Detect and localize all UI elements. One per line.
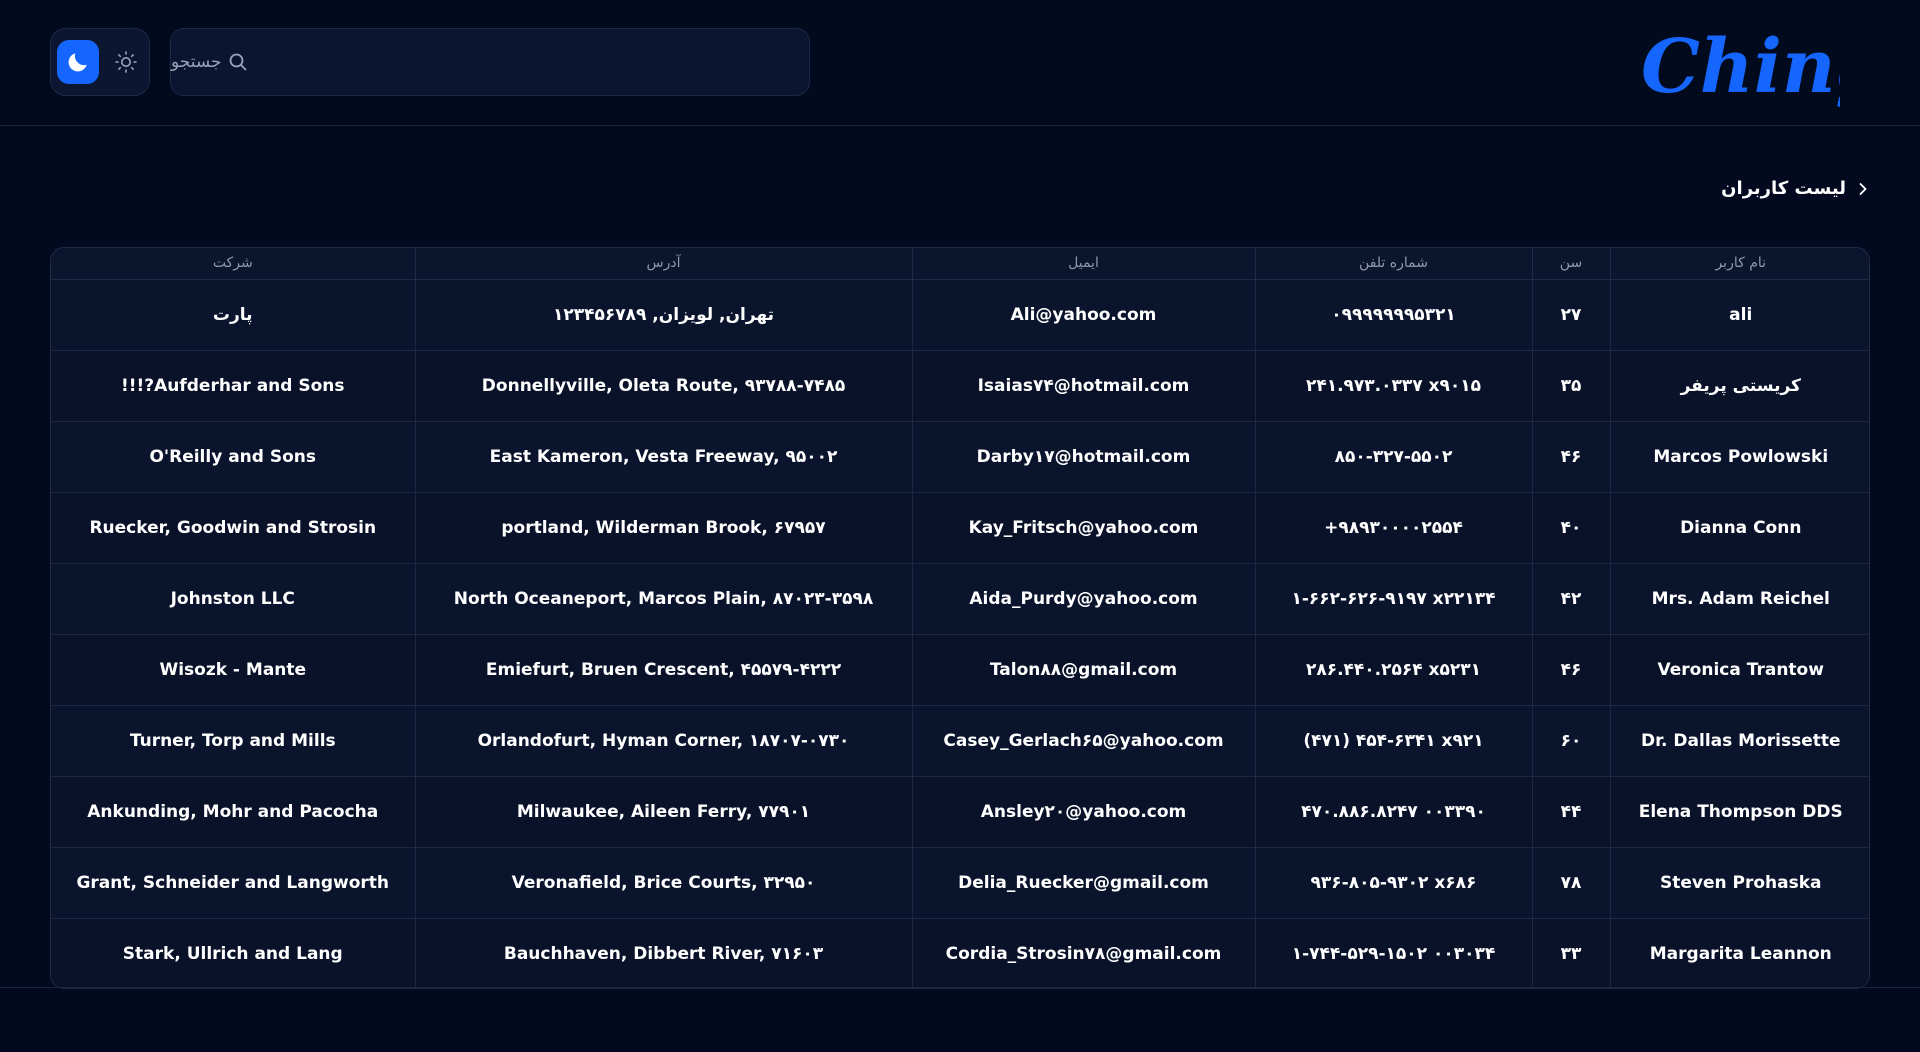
cell-age: ۴۲ [1531, 563, 1610, 635]
cell-address: Milwaukee, Aileen Ferry, ۷۷۹۰۱ [414, 776, 912, 848]
header-company[interactable]: شرکت [51, 248, 415, 280]
cell-address: Donnellyville, Oleta Route, ۹۳۷۸۸-۷۴۸۵ [414, 350, 912, 422]
header-age[interactable]: سن [1531, 248, 1610, 280]
cell-username: Mrs. Adam Reichel [1609, 563, 1869, 635]
cell-company: Johnston LLC [51, 563, 415, 635]
cell-email: Darby۱۷@hotmail.com [911, 421, 1255, 493]
cell-company: Ruecker, Goodwin and Strosin [51, 492, 415, 564]
cell-age: ۷۸ [1531, 847, 1610, 919]
cell-age: ۲۷ [1531, 279, 1610, 351]
cell-age: ۴۶ [1531, 421, 1610, 493]
cell-email: Cordia_Strosin۷۸@gmail.com [911, 918, 1255, 988]
cell-address: Bauchhaven, Dibbert River, ۷۱۶۰۳ [414, 918, 912, 988]
cell-username: Marcos Powlowski [1609, 421, 1869, 493]
header-phone[interactable]: شماره تلفن [1254, 248, 1532, 280]
cell-email: Talon۸۸@gmail.com [911, 634, 1255, 706]
cell-address: Emiefurt, Bruen Crescent, ۴۵۵۷۹-۴۲۲۲ [414, 634, 912, 706]
cell-age: ۶۰ [1531, 705, 1610, 777]
cell-phone: (۴۷۱) ۴۵۴-۶۳۴۱ x۹۲۱ [1254, 705, 1532, 777]
cell-phone: ۰۹۹۹۹۹۹۹۵۳۲۱ [1254, 279, 1532, 351]
search-icon [228, 52, 248, 72]
theme-toggle[interactable] [50, 28, 150, 96]
table-row[interactable]: ali ۲۷ ۰۹۹۹۹۹۹۹۵۳۲۱ Ali@yahoo.com تهران, لوی… [51, 279, 1869, 351]
top-header: Chingal جستجو [0, 0, 1920, 126]
cell-company: Ankunding, Mohr and Pacocha [51, 776, 415, 848]
chevron-right-icon [1856, 182, 1870, 196]
table-row[interactable]: Marcos Powlowski ۴۶ ۸۵۰-۳۲۷-۵۵۰۲ Darby۱۷@ho… [51, 421, 1869, 493]
cell-phone: ۱-۷۴۴-۵۲۹-۱۵۰۲ ۰۰۳۰۳۴ [1254, 918, 1532, 988]
cell-company: Aufderhar and Sons?!!! [51, 350, 415, 422]
cell-address: تهران, لویزان, ۱۲۳۴۵۶۷۸۹ [414, 279, 912, 351]
search-box[interactable]: جستجو [170, 28, 810, 96]
cell-username: Elena Thompson DDS [1609, 776, 1869, 848]
cell-address: portland, Wilderman Brook, ۶۷۹۵۷ [414, 492, 912, 564]
users-table: نام کاربر سن شماره تلفن ایمیل آدرس شرکت … [50, 247, 1870, 989]
cell-age: ۳۳ [1531, 918, 1610, 988]
table-row[interactable]: Dianna Conn ۴۰ +۹۸۹۳۰۰۰۰۲۵۵۴ Kay_Fritsch@ya… [51, 492, 1869, 564]
cell-email: Kay_Fritsch@yahoo.com [911, 492, 1255, 564]
cell-age: ۳۵ [1531, 350, 1610, 422]
page-title: لیست کاربران [1721, 178, 1846, 199]
table-header-row: نام کاربر سن شماره تلفن ایمیل آدرس شرکت [51, 248, 1869, 280]
cell-email: Ali@yahoo.com [911, 279, 1255, 351]
cell-address: Veronafield, Brice Courts, ۳۲۹۵۰ [414, 847, 912, 919]
header-address[interactable]: آدرس [414, 248, 912, 280]
cell-phone: ۴۷۰.۸۸۶.۸۲۴۷ ۰۰۳۳۹۰ [1254, 776, 1532, 848]
table-row[interactable]: Mrs. Adam Reichel ۴۲ ۱-۶۶۲-۶۲۶-۹۱۹۷ x۲۲۱۳۴… [51, 563, 1869, 635]
table-row[interactable]: Steven Prohaska ۷۸ ۹۳۶-۸۰۵-۹۳۰۲ x۶۸۶ Delia_… [51, 847, 1869, 919]
cell-username: Dianna Conn [1609, 492, 1869, 564]
cell-company: Wisozk - Mante [51, 634, 415, 706]
cell-username: Steven Prohaska [1609, 847, 1869, 919]
cell-username: کریستی پریفر [1609, 350, 1869, 422]
search-input[interactable]: جستجو [171, 52, 222, 72]
cell-phone: ۸۵۰-۳۲۷-۵۵۰۲ [1254, 421, 1532, 493]
cell-phone: ۲۸۶.۴۴۰.۲۵۶۴ x۵۲۳۱ [1254, 634, 1532, 706]
cell-age: ۴۴ [1531, 776, 1610, 848]
cell-phone: ۲۴۱.۹۷۳.۰۳۳۷ x۹۰۱۵ [1254, 350, 1532, 422]
table-row[interactable]: Margarita Leannon ۳۳ ۱-۷۴۴-۵۲۹-۱۵۰۲ ۰۰۳۰۳۴… [51, 918, 1869, 988]
cell-username: ali [1609, 279, 1869, 351]
table-row[interactable]: Elena Thompson DDS ۴۴ ۴۷۰.۸۸۶.۸۲۴۷ ۰۰۳۳۹۰ A… [51, 776, 1869, 848]
cell-company: Stark, Ullrich and Lang [51, 918, 415, 988]
cell-phone: +۹۸۹۳۰۰۰۰۲۵۵۴ [1254, 492, 1532, 564]
cell-username: Margarita Leannon [1609, 918, 1869, 988]
sun-icon [115, 51, 137, 73]
cell-company: Grant, Schneider and Langworth [51, 847, 415, 919]
table-row[interactable]: کریستی پریفر ۳۵ ۲۴۱.۹۷۳.۰۳۳۷ x۹۰۱۵ Isaias۷۴… [51, 350, 1869, 422]
cell-email: Isaias۷۴@hotmail.com [911, 350, 1255, 422]
cell-email: Aida_Purdy@yahoo.com [911, 563, 1255, 635]
cell-email: Casey_Gerlach۶۵@yahoo.com [911, 705, 1255, 777]
cell-address: North Oceaneport, Marcos Plain, ۸۷۰۲۳-۳۵… [414, 563, 912, 635]
cell-phone: ۱-۶۶۲-۶۲۶-۹۱۹۷ x۲۲۱۳۴ [1254, 563, 1532, 635]
table-row[interactable]: Dr. Dallas Morissette ۶۰ (۴۷۱) ۴۵۴-۶۳۴۱ x۹… [51, 705, 1869, 777]
cell-company: پارت [51, 279, 415, 351]
footer-divider [0, 987, 1920, 988]
cell-email: Delia_Ruecker@gmail.com [911, 847, 1255, 919]
cell-address: East Kameron, Vesta Freeway, ۹۵۰۰۲ [414, 421, 912, 493]
moon-icon [68, 53, 87, 72]
chingal-logo[interactable]: Chingal [1635, 14, 1840, 124]
cell-company: O'Reilly and Sons [51, 421, 415, 493]
cell-address: Orlandofurt, Hyman Corner, ۱۸۷۰۷-۰۷۳۰ [414, 705, 912, 777]
cell-age: ۴۶ [1531, 634, 1610, 706]
breadcrumb[interactable]: لیست کاربران [1721, 178, 1870, 199]
cell-company: Turner, Torp and Mills [51, 705, 415, 777]
cell-username: Veronica Trantow [1609, 634, 1869, 706]
cell-phone: ۹۳۶-۸۰۵-۹۳۰۲ x۶۸۶ [1254, 847, 1532, 919]
cell-username: Dr. Dallas Morissette [1609, 705, 1869, 777]
cell-age: ۴۰ [1531, 492, 1610, 564]
light-mode-button[interactable] [109, 44, 143, 80]
header-username[interactable]: نام کاربر [1609, 248, 1869, 280]
dark-mode-button[interactable] [57, 40, 99, 84]
cell-email: Ansley۲۰@yahoo.com [911, 776, 1255, 848]
table-row[interactable]: Veronica Trantow ۴۶ ۲۸۶.۴۴۰.۲۵۶۴ x۵۲۳۱ Talo… [51, 634, 1869, 706]
header-email[interactable]: ایمیل [911, 248, 1255, 280]
logo-text: Chingal [1641, 24, 1840, 110]
